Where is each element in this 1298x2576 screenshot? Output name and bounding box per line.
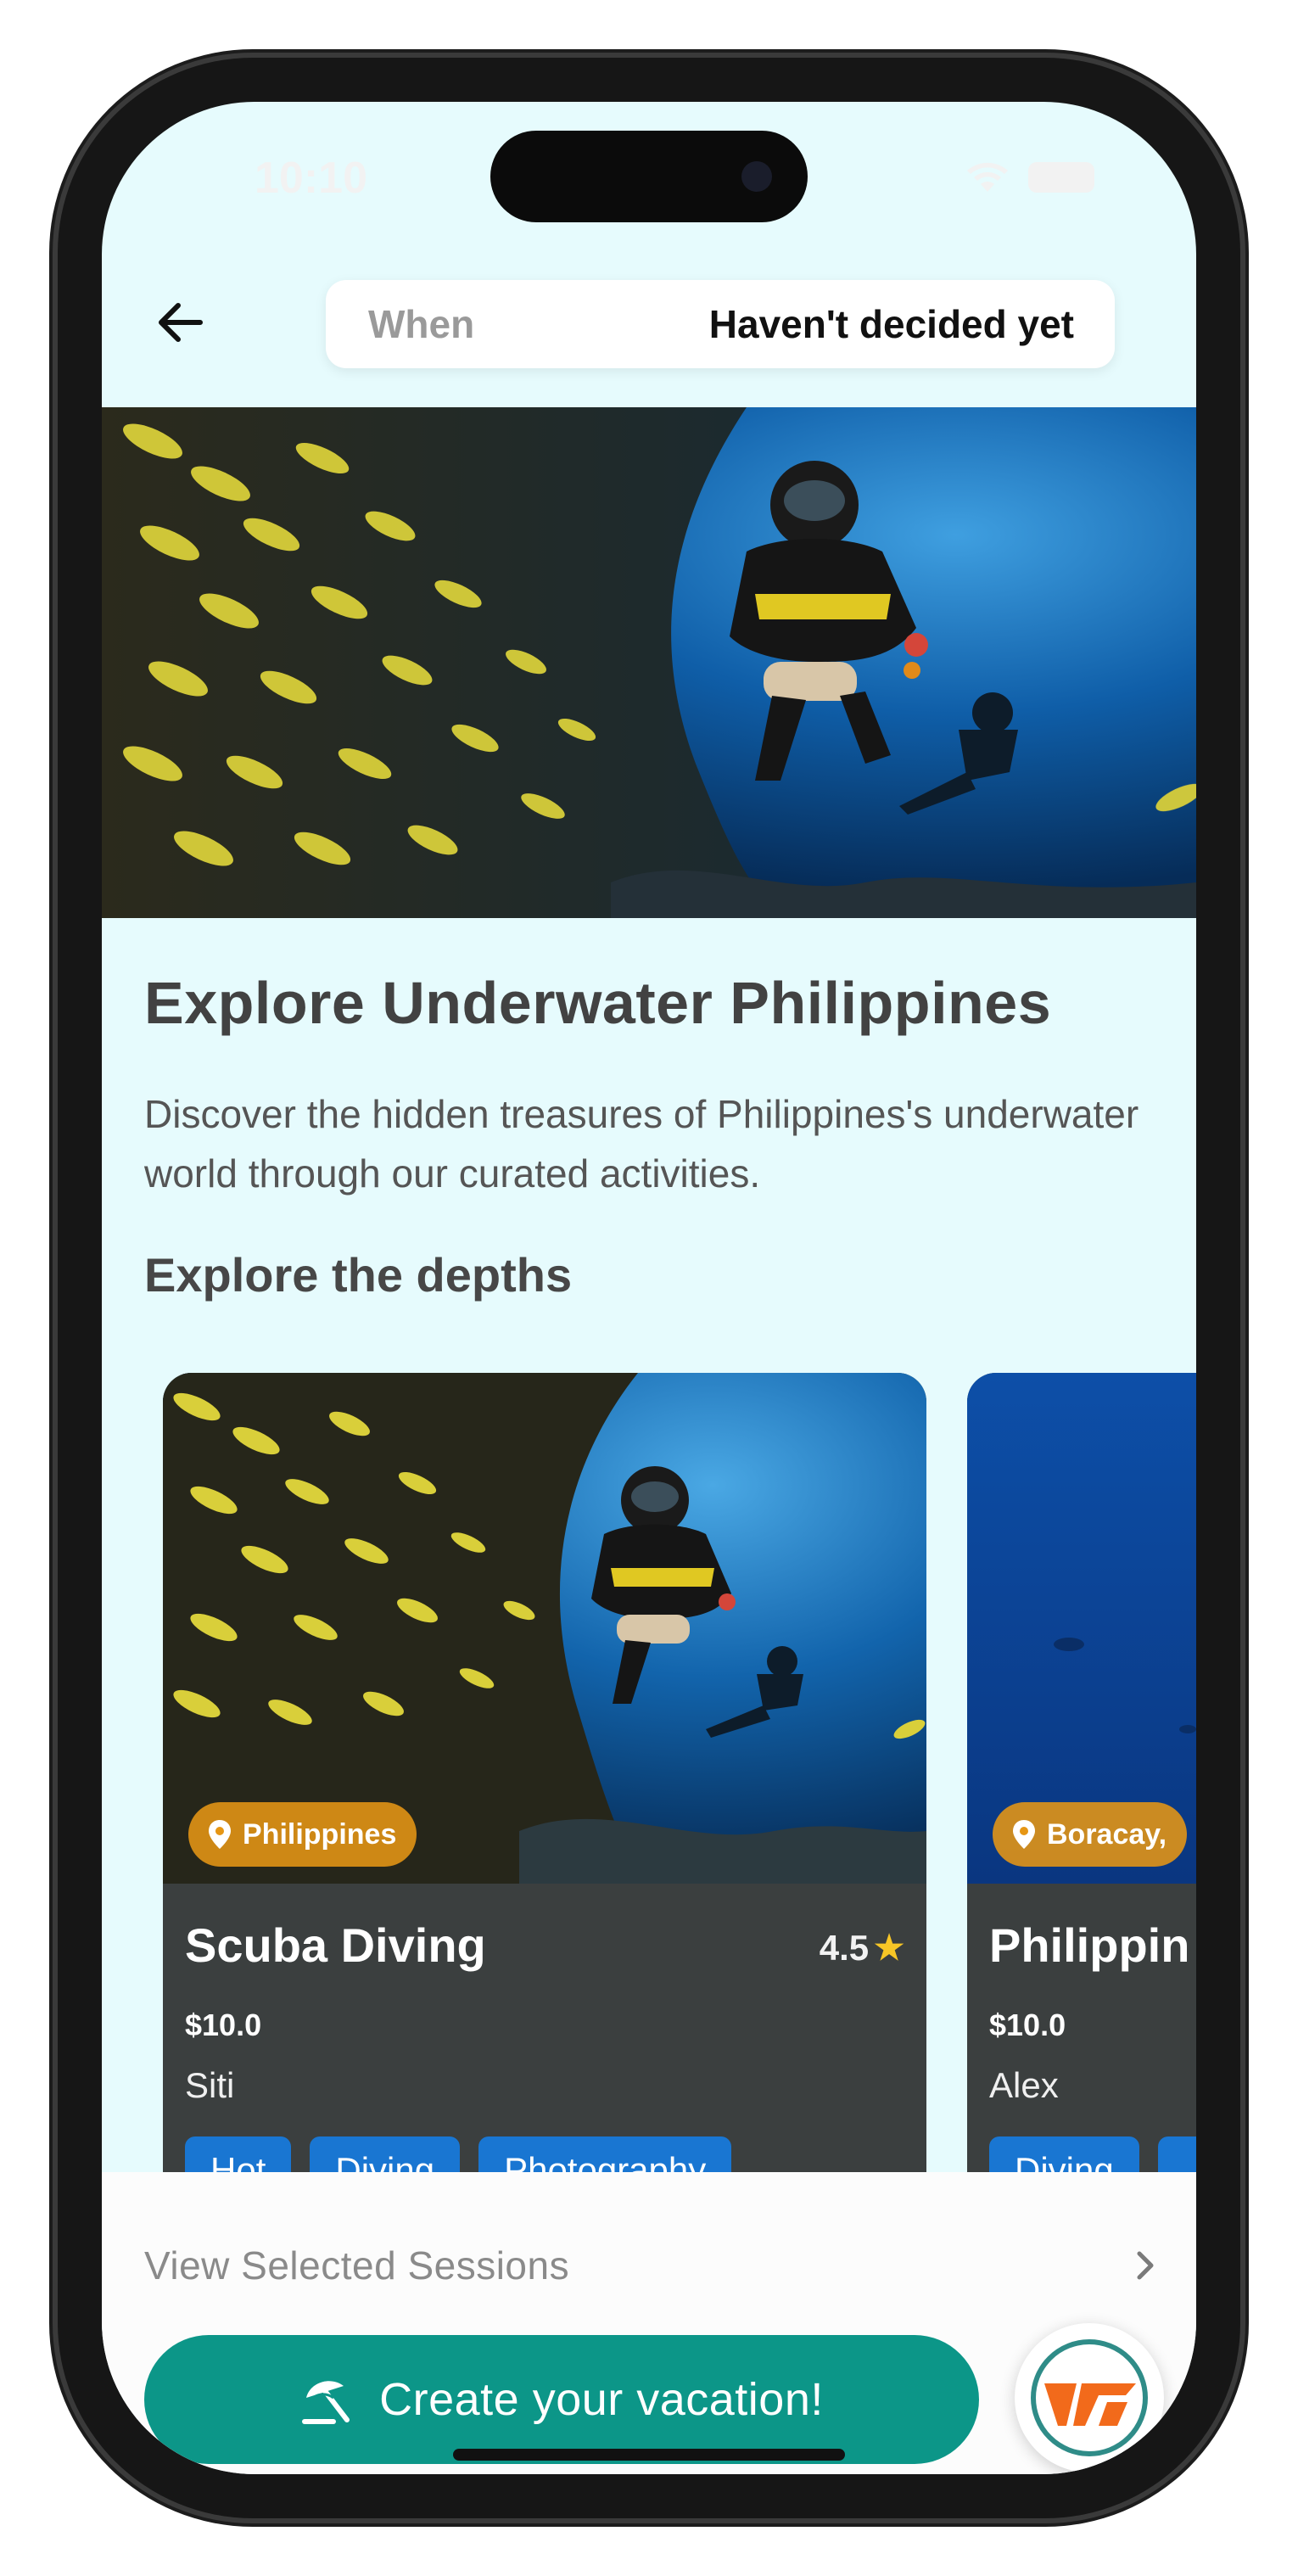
location-badge: Philippines xyxy=(188,1802,417,1867)
when-selector[interactable]: When Haven't decided yet xyxy=(326,280,1115,368)
status-icons xyxy=(965,161,1094,193)
create-vacation-label: Create your vacation! xyxy=(379,2374,824,2425)
app-screen: 10:10 When Haven't decided yet Explore U… xyxy=(102,102,1196,2474)
activity-price: $10.0 xyxy=(989,2008,1066,2042)
app-logo-button[interactable] xyxy=(1015,2323,1164,2472)
status-time: 10:10 xyxy=(255,154,367,203)
home-indicator xyxy=(453,2449,845,2461)
scuba-diving-image: Philippines xyxy=(163,1373,926,1884)
activity-card[interactable]: Boracay, Philippin $10.0 Alex Diving xyxy=(967,1373,1196,2306)
scuba-diver-hero-image xyxy=(102,407,1196,918)
activity-price: $10.0 xyxy=(185,2008,262,2042)
activity-host: Alex xyxy=(989,2065,1059,2105)
underwater-image: Boracay, xyxy=(967,1373,1196,1884)
activity-host: Siti xyxy=(185,2065,235,2105)
page-description: Discover the hidden treasures of Philipp… xyxy=(144,1092,1139,1196)
page-title: Explore Underwater Philippines xyxy=(144,970,1052,1036)
activity-name: Scuba Diving xyxy=(185,1918,486,1972)
star-icon: ★ xyxy=(874,1929,904,1967)
when-label: When xyxy=(368,302,475,346)
back-arrow-icon[interactable] xyxy=(146,288,214,356)
view-selected-sessions-label: View Selected Sessions xyxy=(144,2243,570,2288)
rating-value: 4.5 xyxy=(819,1928,870,1968)
section-title: Explore the depths xyxy=(144,1248,573,1302)
battery-icon xyxy=(1028,162,1094,193)
location-badge: Boracay, xyxy=(993,1802,1188,1867)
view-selected-sessions-row[interactable]: View Selected Sessions xyxy=(144,2232,1162,2299)
location-label: Philippines xyxy=(243,1817,397,1851)
activity-name: Philippin xyxy=(989,1918,1190,1972)
app-logo-icon xyxy=(1031,2339,1148,2456)
create-vacation-button[interactable]: Create your vacation! xyxy=(144,2335,979,2464)
dynamic-island xyxy=(490,131,808,222)
when-value: Haven't decided yet xyxy=(708,302,1074,346)
location-pin-icon xyxy=(209,1820,231,1849)
location-pin-icon xyxy=(1013,1820,1035,1849)
location-label: Boracay, xyxy=(1047,1817,1167,1851)
chevron-right-icon xyxy=(1137,2251,1154,2280)
camera-icon xyxy=(741,161,772,192)
activity-card[interactable]: Philippines Scuba Diving 4.5 ★ $10.0 Sit… xyxy=(163,1373,926,2306)
wifi-icon xyxy=(967,162,1008,192)
beach-umbrella-icon xyxy=(302,2381,350,2424)
rating: 4.5 ★ xyxy=(820,1928,904,1968)
